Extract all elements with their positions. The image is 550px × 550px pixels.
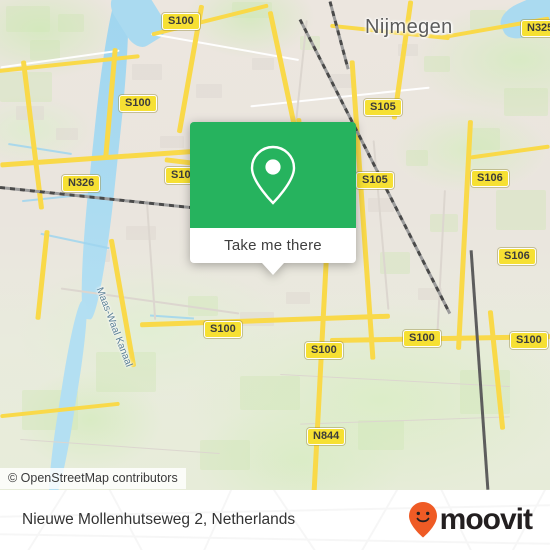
map-pin-icon — [250, 145, 296, 205]
road-shield[interactable]: N325 — [521, 20, 550, 37]
osm-attribution[interactable]: © OpenStreetMap contributors — [0, 468, 186, 489]
popup-action-area[interactable]: Take me there — [190, 228, 356, 263]
moovit-map-screenshot: Nijmegen Maas-Waal Kanaal S100 N325 S100… — [0, 0, 550, 550]
road-shield[interactable]: S106 — [498, 248, 536, 265]
road-shield[interactable]: S100 — [305, 342, 343, 359]
road-shield[interactable]: S100 — [204, 321, 242, 338]
road-shield[interactable]: N326 — [62, 175, 101, 192]
take-me-there-label: Take me there — [224, 237, 322, 254]
road-shield[interactable]: S105 — [356, 172, 394, 189]
road-shield[interactable]: N844 — [307, 428, 346, 445]
moovit-smiley-pin-icon — [408, 502, 437, 538]
moovit-wordmark: moovit — [439, 503, 533, 536]
footer-bar: Nieuwe Mollenhutseweg 2, Netherlands moo… — [0, 490, 550, 550]
road-shield[interactable]: S100 — [119, 95, 157, 112]
road-shield[interactable]: S100 — [403, 330, 441, 347]
popup-icon-area — [190, 122, 356, 228]
address-text: Nieuwe Mollenhutseweg 2, Netherlands — [22, 511, 296, 528]
road-shield[interactable]: S100 — [162, 13, 200, 30]
road-shield[interactable]: S105 — [364, 99, 402, 116]
map-canvas[interactable]: Nijmegen Maas-Waal Kanaal S100 N325 S100… — [0, 0, 550, 490]
map-label-nijmegen: Nijmegen — [365, 16, 453, 38]
road-shield[interactable]: S100 — [510, 332, 548, 349]
road-shield[interactable]: S106 — [471, 170, 509, 187]
moovit-logo[interactable]: moovit — [408, 501, 533, 539]
location-popup-card[interactable]: Take me there — [190, 122, 356, 275]
popup-pointer — [262, 263, 284, 275]
